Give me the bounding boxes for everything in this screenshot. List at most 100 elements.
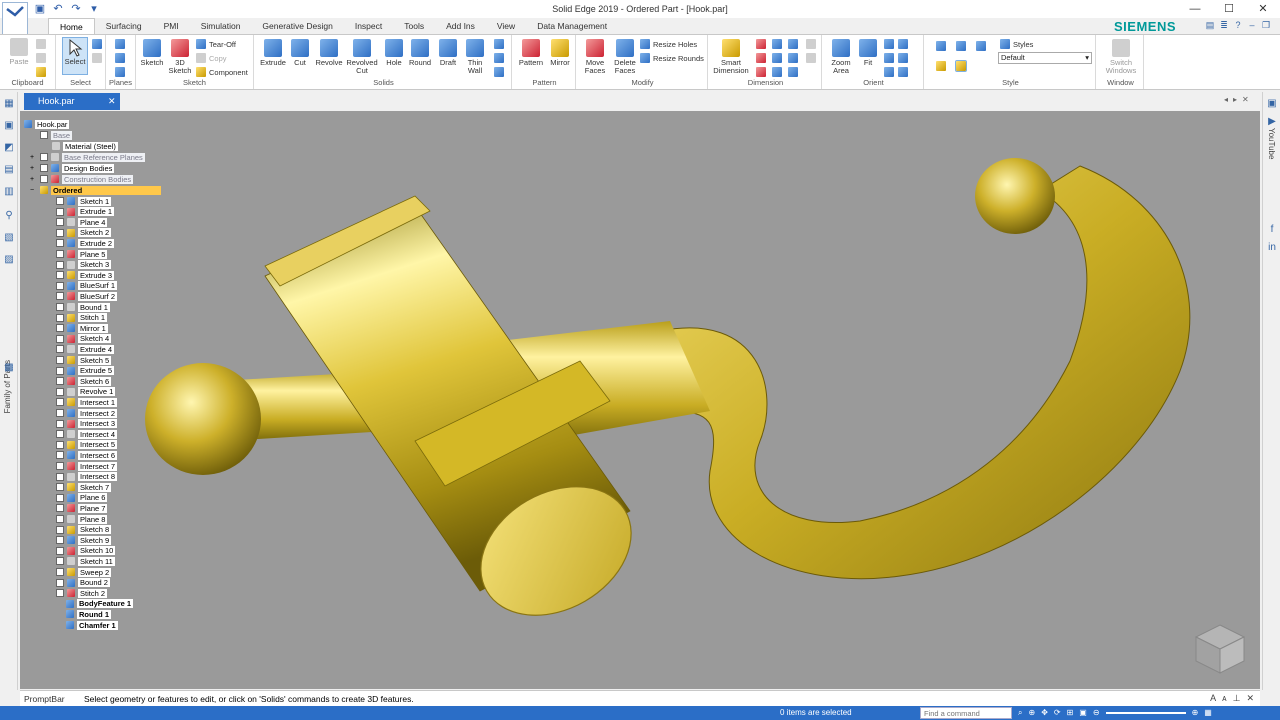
round-button[interactable]: Round bbox=[406, 39, 434, 67]
feature-checkbox[interactable] bbox=[56, 419, 64, 428]
solids-extra-3-icon[interactable] bbox=[494, 67, 504, 77]
paste-button[interactable]: Paste bbox=[6, 38, 32, 66]
feature-checkbox[interactable] bbox=[56, 345, 64, 354]
expand-icon[interactable]: + bbox=[30, 176, 40, 183]
tree-feature[interactable]: Sketch 5 bbox=[56, 355, 112, 365]
feature-checkbox[interactable] bbox=[56, 366, 64, 375]
tree-material[interactable]: Material (Steel) bbox=[52, 141, 118, 151]
3d-sketch-button[interactable]: 3D Sketch bbox=[166, 39, 194, 75]
expand-icon[interactable]: + bbox=[30, 154, 40, 161]
chevron-left-icon[interactable]: ◂ bbox=[1224, 95, 1228, 104]
view-orient-1-icon[interactable] bbox=[898, 39, 908, 49]
doc-restore-icon[interactable]: ❐ bbox=[1261, 19, 1271, 31]
feature-library-icon[interactable]: ▤ bbox=[3, 164, 15, 176]
sensor-icon[interactable]: ▧ bbox=[3, 232, 15, 244]
tree-feature[interactable]: Intersect 7 bbox=[56, 461, 118, 471]
dimension-tool-1-icon[interactable] bbox=[756, 39, 766, 49]
tree-feature[interactable]: Sweep 2 bbox=[56, 567, 112, 577]
tab-generative-design[interactable]: Generative Design bbox=[251, 18, 343, 34]
close-button[interactable]: ✕ bbox=[1246, 0, 1280, 18]
tree-feature[interactable]: Stitch 1 bbox=[56, 313, 108, 323]
feature-checkbox[interactable] bbox=[56, 536, 64, 545]
pan-icon[interactable] bbox=[884, 53, 894, 63]
feature-checkbox[interactable] bbox=[56, 292, 64, 301]
tree-feature[interactable]: Extrude 3 bbox=[56, 270, 115, 280]
pathfinder-icon[interactable]: ▦ bbox=[3, 98, 15, 110]
dimension-tool-7-icon[interactable] bbox=[788, 39, 798, 49]
tab-add-ins[interactable]: Add Ins bbox=[435, 18, 486, 34]
cut-button[interactable]: Cut bbox=[288, 39, 312, 67]
close-icon[interactable]: ✕ bbox=[108, 94, 116, 109]
format-painter-icon[interactable] bbox=[36, 67, 46, 77]
feature-checkbox[interactable] bbox=[56, 409, 64, 417]
feature-checkbox[interactable] bbox=[56, 260, 64, 269]
tab-data-management[interactable]: Data Management bbox=[526, 18, 618, 34]
feature-checkbox[interactable] bbox=[56, 250, 64, 258]
tree-feature[interactable]: Sketch 3 bbox=[56, 260, 112, 270]
tree-feature[interactable]: Sketch 4 bbox=[56, 334, 112, 344]
tear-off-button[interactable]: Tear-Off bbox=[196, 39, 236, 49]
feature-checkbox[interactable] bbox=[56, 303, 64, 311]
tab-pmi[interactable]: PMI bbox=[153, 18, 190, 34]
feature-checkbox[interactable] bbox=[56, 462, 64, 470]
zoom-area-button[interactable]: Zoom Area bbox=[826, 39, 856, 75]
tree-ordered[interactable]: − Ordered bbox=[30, 185, 161, 195]
help-icon[interactable]: ? bbox=[1233, 19, 1243, 31]
sensors-icon[interactable]: ◩ bbox=[3, 142, 15, 154]
tree-feature[interactable]: BlueSurf 1 bbox=[56, 281, 118, 291]
layers-icon[interactable]: ▣ bbox=[3, 120, 15, 132]
view-orient-3-icon[interactable] bbox=[898, 67, 908, 77]
maximize-button[interactable]: ☐ bbox=[1212, 0, 1246, 18]
youtube-label[interactable]: YouTube bbox=[1267, 128, 1276, 159]
view-cube[interactable] bbox=[1192, 621, 1248, 677]
find-command-input[interactable] bbox=[920, 707, 1012, 719]
tree-feature[interactable]: Plane 8 bbox=[56, 514, 108, 524]
tree-base[interactable]: Base bbox=[40, 130, 73, 140]
feature-checkbox[interactable] bbox=[56, 197, 64, 205]
feature-checkbox[interactable] bbox=[56, 377, 64, 386]
panel-icon[interactable]: ▣ bbox=[1266, 98, 1278, 110]
dimension-tool-2-icon[interactable] bbox=[756, 53, 766, 63]
tree-feature[interactable]: Sketch 6 bbox=[56, 376, 112, 386]
tree-feature[interactable]: Plane 7 bbox=[56, 503, 108, 513]
feature-checkbox[interactable] bbox=[56, 557, 64, 566]
component-button[interactable]: Component bbox=[196, 67, 248, 77]
delete-faces-button[interactable]: Delete Faces bbox=[610, 39, 640, 75]
tree-feature[interactable]: Intersect 6 bbox=[56, 450, 118, 460]
linkedin-icon[interactable]: in bbox=[1266, 242, 1278, 254]
rotate-icon[interactable] bbox=[884, 67, 894, 77]
feature-checkbox[interactable] bbox=[56, 525, 64, 534]
tree-feature[interactable]: Intersect 1 bbox=[56, 397, 118, 407]
tree-feature[interactable]: Intersect 2 bbox=[56, 408, 118, 418]
family-of-parts-icon[interactable]: ▨ bbox=[3, 254, 15, 266]
font-smaller-icon[interactable]: ᴀ bbox=[1222, 693, 1226, 704]
dimension-tool-5-icon[interactable] bbox=[772, 53, 782, 63]
tree-feature[interactable]: Extrude 5 bbox=[56, 366, 115, 376]
feature-checkbox[interactable] bbox=[56, 387, 64, 396]
tree-feature[interactable]: Intersect 5 bbox=[56, 440, 118, 450]
promptbar-label[interactable]: PromptBar bbox=[24, 694, 65, 704]
tree-feature[interactable]: Extrude 4 bbox=[56, 344, 115, 354]
application-button[interactable] bbox=[2, 2, 28, 36]
parallel-plane-icon[interactable] bbox=[115, 53, 125, 63]
feature-checkbox[interactable] bbox=[56, 334, 64, 343]
youtube-icon[interactable]: ▶ bbox=[1266, 116, 1278, 128]
tree-feature[interactable]: Sketch 7 bbox=[56, 482, 112, 492]
dimension-tool-6-icon[interactable] bbox=[772, 67, 782, 77]
switch-windows-button[interactable]: Switch Windows bbox=[1102, 39, 1140, 75]
tree-feature[interactable]: Bound 2 bbox=[56, 578, 110, 588]
hole-button[interactable]: Hole bbox=[382, 39, 406, 67]
styles-button[interactable]: Styles bbox=[1000, 39, 1033, 49]
pan-status-icon[interactable]: ✥ bbox=[1041, 708, 1048, 718]
feature-checkbox[interactable] bbox=[56, 483, 64, 492]
feature-checkbox[interactable] bbox=[56, 504, 64, 513]
select-filter-icon[interactable] bbox=[92, 39, 102, 49]
resize-rounds-button[interactable]: Resize Rounds bbox=[640, 53, 704, 63]
tree-feature[interactable]: Bound 1 bbox=[56, 302, 110, 312]
dimension-tool-11-icon[interactable] bbox=[806, 53, 816, 63]
thin-wall-button[interactable]: Thin Wall bbox=[462, 39, 488, 75]
tree-bold-feature[interactable]: Round 1 bbox=[66, 609, 111, 619]
tree-base-ref-planes[interactable]: + Base Reference Planes bbox=[30, 152, 145, 162]
close-all-icon[interactable]: ✕ bbox=[1242, 95, 1249, 104]
solids-extra-2-icon[interactable] bbox=[494, 53, 504, 63]
